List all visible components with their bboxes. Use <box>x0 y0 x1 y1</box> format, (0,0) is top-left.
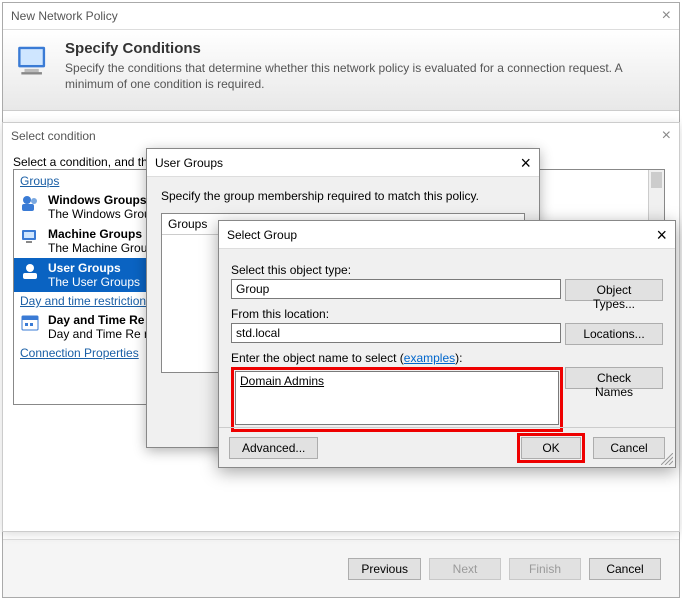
sg-titlebar: Select Group × <box>219 221 675 249</box>
advanced-button[interactable]: Advanced... <box>229 437 318 459</box>
monitor-icon <box>15 42 53 90</box>
nnp-header-text: Specify Conditions Specify the condition… <box>65 38 667 102</box>
sc-titlebar: Select condition × <box>3 123 679 149</box>
close-icon[interactable]: × <box>662 3 671 29</box>
object-name-input[interactable] <box>235 371 559 425</box>
sg-body: Select this object type: Group Object Ty… <box>219 249 675 442</box>
ug-desc: Specify the group membership required to… <box>161 189 525 203</box>
nnp-titlebar: New Network Policy × <box>3 3 679 29</box>
item-title: Machine Groups <box>48 227 147 241</box>
sg-footer: Advanced... OK Cancel <box>219 427 675 467</box>
close-icon[interactable]: × <box>656 221 667 249</box>
nnp-header-desc: Specify the conditions that determine wh… <box>65 61 667 92</box>
cancel-button[interactable]: Cancel <box>589 558 661 580</box>
locations-button[interactable]: Locations... <box>565 323 663 345</box>
object-name-label: Enter the object name to select (example… <box>231 351 663 365</box>
nnp-footer: Previous Next Finish Cancel <box>3 539 679 597</box>
nnp-header: Specify Conditions Specify the condition… <box>3 29 679 111</box>
calendar-icon <box>20 313 40 333</box>
sc-title-text: Select condition <box>11 123 96 149</box>
close-icon[interactable]: × <box>520 149 531 177</box>
item-title: User Groups <box>48 261 140 275</box>
object-type-field: Group <box>231 279 561 299</box>
check-names-button[interactable]: Check Names <box>565 367 663 389</box>
object-name-label-post: ): <box>455 351 462 365</box>
ok-highlight: OK <box>517 433 585 463</box>
ug-titlebar: User Groups × <box>147 149 539 177</box>
ug-title-text: User Groups <box>155 149 223 177</box>
object-name-highlight <box>231 367 563 432</box>
close-icon[interactable]: × <box>662 123 671 149</box>
sg-title-text: Select Group <box>227 221 297 249</box>
nnp-title-text: New Network Policy <box>11 3 118 29</box>
cancel-button[interactable]: Cancel <box>593 437 665 459</box>
users-icon <box>20 193 40 213</box>
previous-button[interactable]: Previous <box>348 558 421 580</box>
object-type-label: Select this object type: <box>231 263 663 277</box>
ok-button[interactable]: OK <box>521 437 581 459</box>
user-icon <box>20 261 40 281</box>
select-group-dialog: Select Group × Select this object type: … <box>218 220 676 468</box>
nnp-header-title: Specify Conditions <box>65 40 667 57</box>
location-field: std.local <box>231 323 561 343</box>
resize-grip-icon[interactable] <box>661 453 673 465</box>
object-types-button[interactable]: Object Types... <box>565 279 663 301</box>
next-button: Next <box>429 558 501 580</box>
scrollbar-thumb[interactable] <box>651 172 662 188</box>
computer-icon <box>20 227 40 247</box>
object-name-label-pre: Enter the object name to select ( <box>231 351 404 365</box>
item-desc: The User Groups <box>48 275 140 289</box>
item-desc: The Machine Grou <box>48 241 147 255</box>
finish-button: Finish <box>509 558 581 580</box>
examples-link[interactable]: examples <box>404 351 455 365</box>
